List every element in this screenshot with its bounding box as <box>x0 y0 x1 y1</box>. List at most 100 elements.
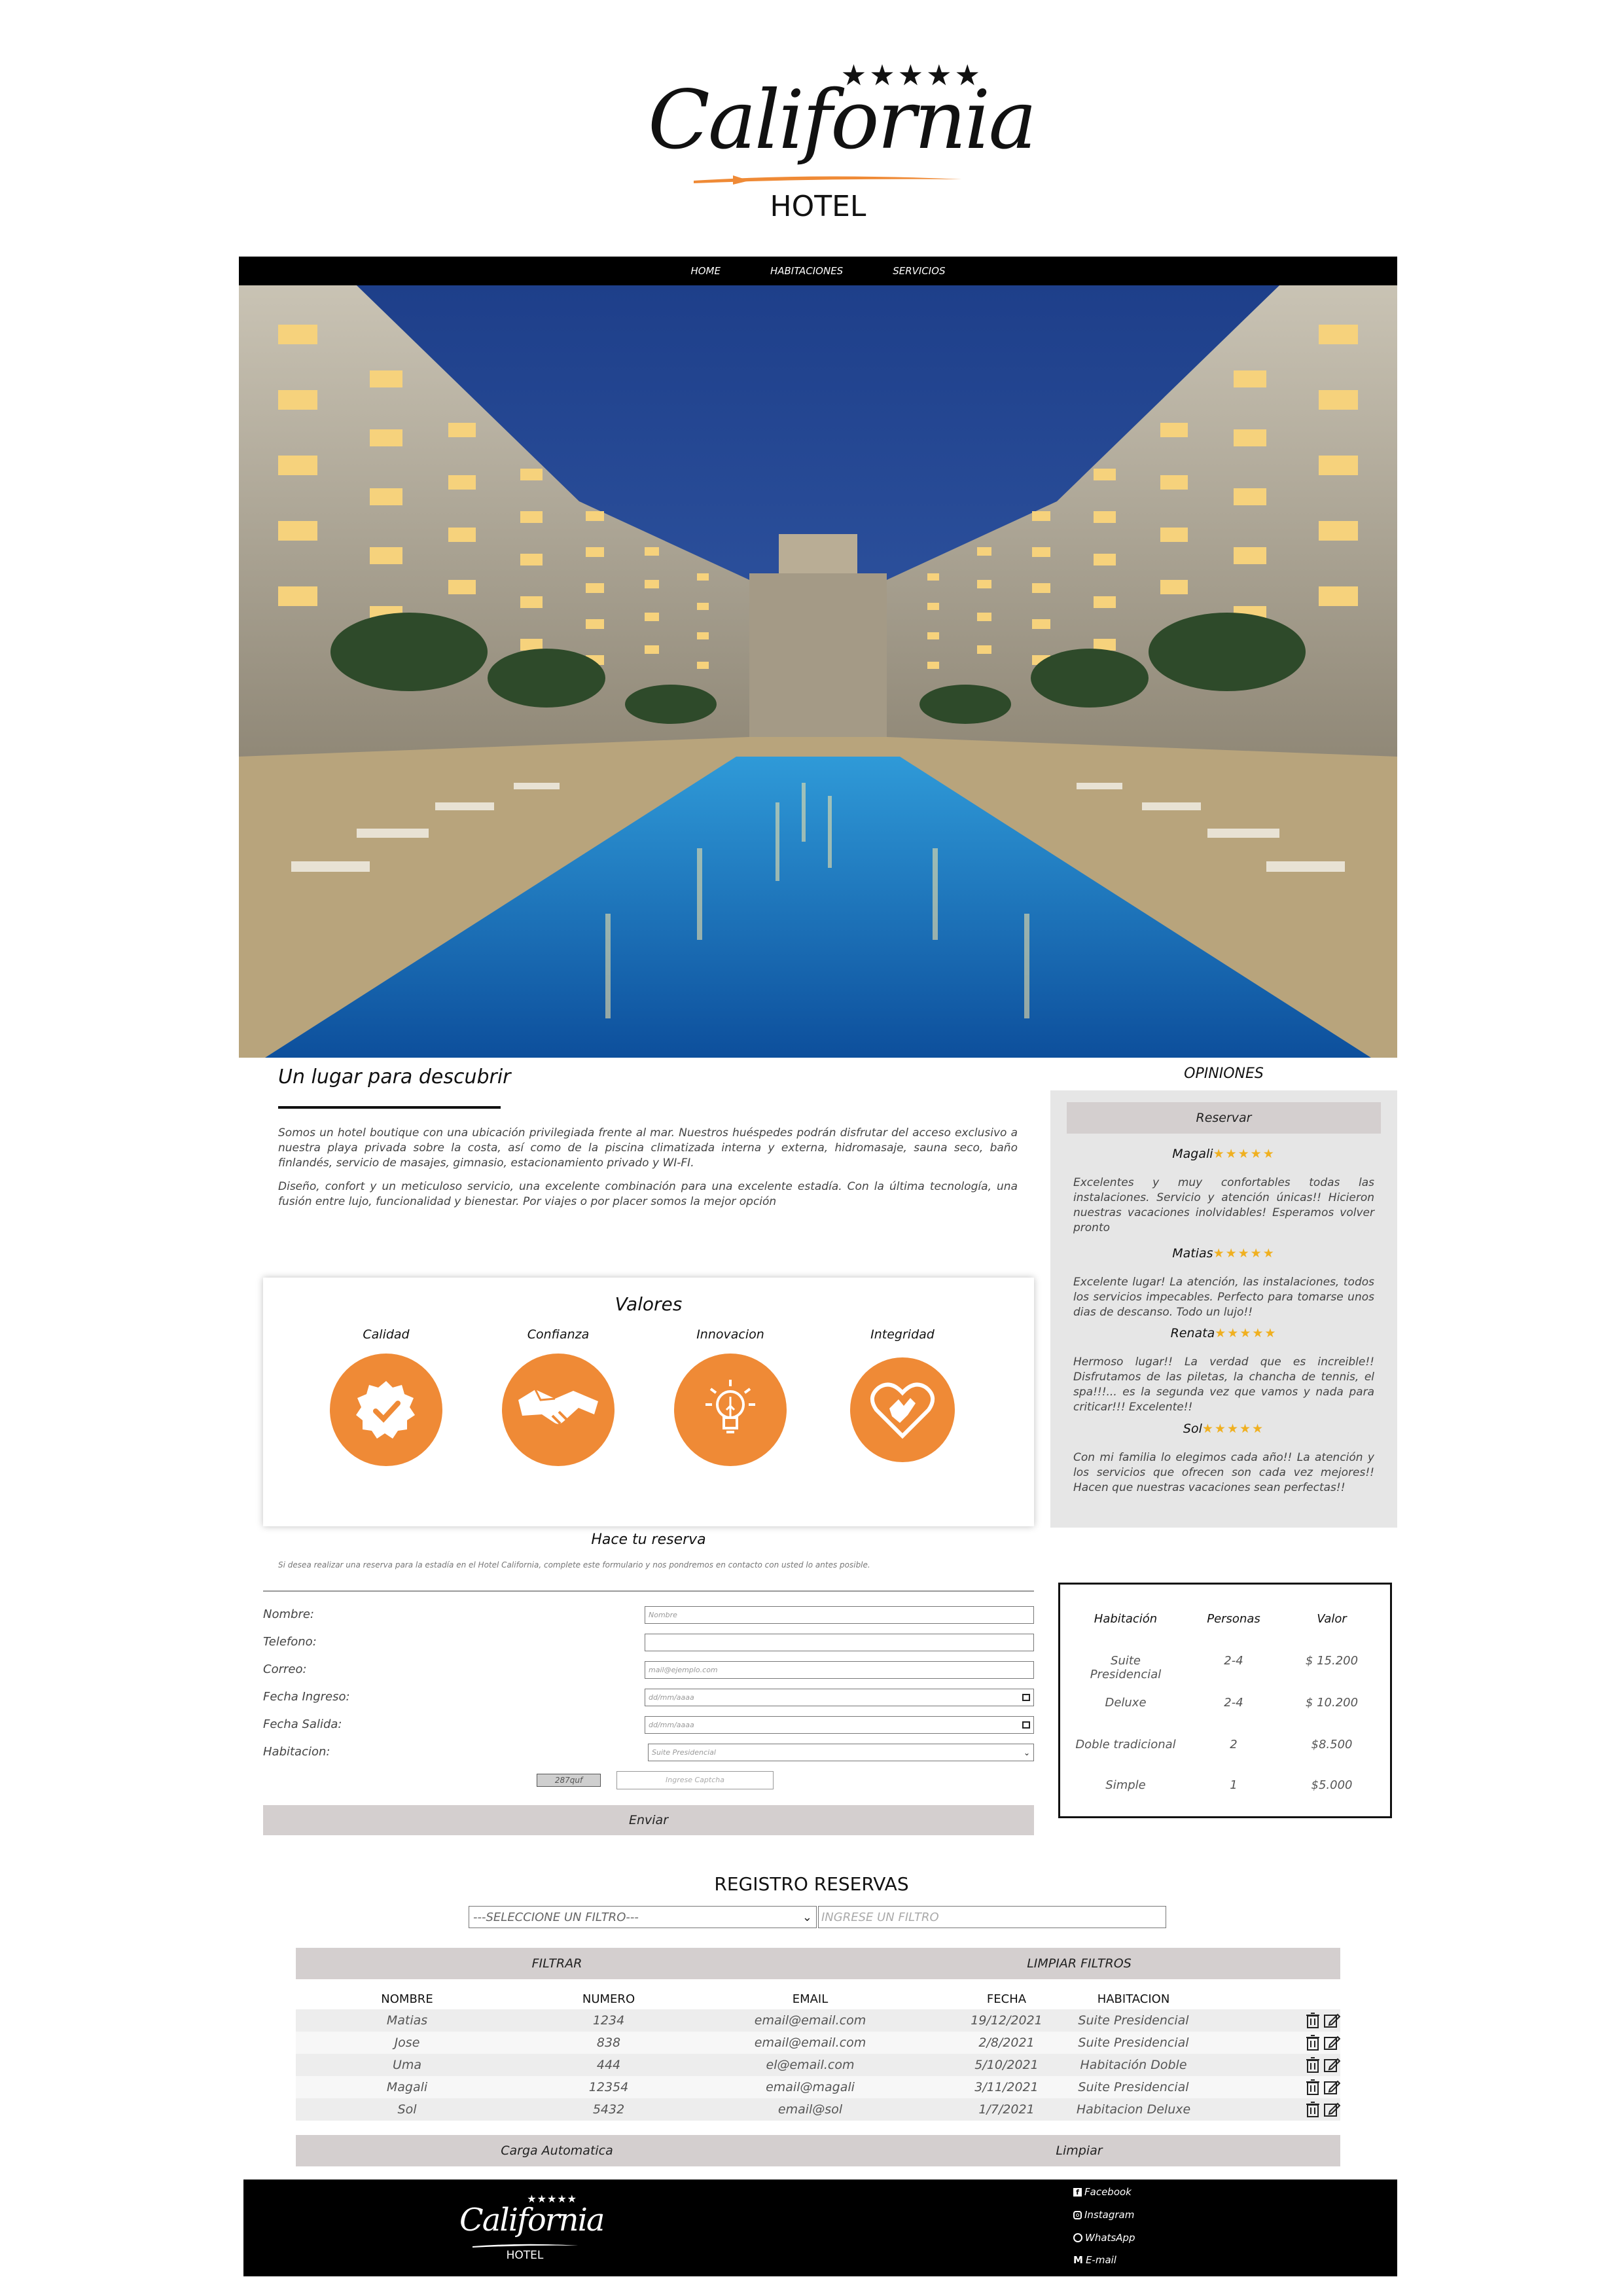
telefono-input[interactable] <box>645 1634 1034 1651</box>
cell-email: email@email.com <box>754 2013 866 2028</box>
instagram-icon <box>1073 2210 1082 2219</box>
label-nombre: Nombre: <box>263 1607 314 1621</box>
valores-title: Valores <box>615 1293 683 1315</box>
opiniones-panel: Reservar Magali★★★★★ Excelentes y muy co… <box>1050 1090 1397 1528</box>
nombre-input[interactable]: Nombre <box>645 1606 1034 1624</box>
label-fecha-salida: Fecha Salida: <box>263 1717 342 1731</box>
table-row: Jose 838 email@email.com 2/8/2021 Suite … <box>296 2032 1340 2054</box>
edit-icon[interactable] <box>1323 2034 1340 2051</box>
rating-stars: ★★★★★ <box>1213 1147 1275 1161</box>
valor-label: Confianza <box>527 1327 590 1342</box>
review-name: Matias★★★★★ <box>1172 1246 1275 1261</box>
filter-bar: FILTRAR LIMPIAR FILTROS <box>296 1948 1340 1979</box>
correo-input[interactable]: mail@ejemplo.com <box>645 1661 1034 1679</box>
fecha-salida-input[interactable]: dd/mm/aaaa <box>645 1716 1034 1734</box>
enviar-button[interactable]: Enviar <box>263 1805 1034 1835</box>
footer-link-label: Facebook <box>1084 2186 1132 2198</box>
logo-swoosh <box>694 175 962 185</box>
cell-nombre: Sol <box>397 2102 417 2117</box>
row-actions <box>1305 2012 1340 2029</box>
rating-stars: ★★★★★ <box>1213 1246 1275 1261</box>
table-row: Magali 12354 email@magali 3/11/2021 Suit… <box>296 2076 1340 2098</box>
review-name: Sol★★★★★ <box>1183 1422 1265 1436</box>
habitacion-select[interactable]: Suite Presidencial ⌄ <box>648 1744 1034 1761</box>
price-value: $ 10.200 <box>1305 1696 1359 1710</box>
price-room: Simple <box>1105 1778 1146 1792</box>
calendar-icon[interactable] <box>1022 1721 1030 1729</box>
edit-icon[interactable] <box>1323 2079 1340 2096</box>
footer-link-email[interactable]: M E-mail <box>1073 2254 1116 2266</box>
valor-calidad: Calidad <box>321 1327 452 1466</box>
label-habitacion: Habitacion: <box>263 1745 330 1759</box>
input-placeholder: INGRESE UN FILTRO <box>821 1910 939 1924</box>
nav-habitaciones[interactable]: HABITACIONES <box>770 265 843 277</box>
input-placeholder: mail@ejemplo.com <box>649 1666 718 1674</box>
select-value: ---SELECCIONE UN FILTRO--- <box>473 1910 639 1924</box>
calendar-icon[interactable] <box>1022 1694 1030 1701</box>
limpiar-button[interactable]: Limpiar <box>818 2135 1340 2166</box>
cell-habitacion: Habitación Doble <box>1080 2058 1187 2072</box>
edit-icon[interactable] <box>1323 2012 1340 2029</box>
review-text: Hermoso lugar!! La verdad que es increib… <box>1073 1355 1374 1414</box>
price-persons: 2 <box>1230 1738 1238 1751</box>
trash-icon[interactable] <box>1305 2101 1321 2118</box>
fecha-ingreso-input[interactable]: dd/mm/aaaa <box>645 1689 1034 1706</box>
footer-link-instagram[interactable]: Instagram <box>1073 2209 1134 2221</box>
valor-confianza: Confianza <box>493 1327 624 1466</box>
intro-title: Un lugar para descubrir <box>278 1066 511 1088</box>
review-name: Magali★★★★★ <box>1172 1147 1275 1161</box>
review-text: Excelente lugar! La atención, las instal… <box>1073 1276 1374 1319</box>
nav-home[interactable]: HOME <box>690 265 721 277</box>
edit-icon[interactable] <box>1323 2056 1340 2073</box>
label-fecha-ingreso: Fecha Ingreso: <box>263 1690 350 1704</box>
price-room: Deluxe <box>1105 1696 1147 1710</box>
select-value: Suite Presidencial <box>652 1748 716 1757</box>
opiniones-title: OPINIONES <box>1184 1066 1264 1082</box>
col-numero: NUMERO <box>582 1992 635 2006</box>
table-row: Sol 5432 email@sol 1/7/2021 Habitacion D… <box>296 2098 1340 2121</box>
row-actions <box>1305 2034 1340 2051</box>
filter-select[interactable]: ---SELECCIONE UN FILTRO--- ⌄ <box>469 1906 817 1928</box>
intro-underline <box>278 1106 501 1109</box>
valor-label: Calidad <box>363 1327 410 1342</box>
row-actions <box>1305 2056 1340 2073</box>
price-header: Valor <box>1317 1612 1347 1626</box>
footer-logo: ★★★★★ California HOTEL <box>459 2189 605 2267</box>
facebook-icon: f <box>1073 2187 1082 2197</box>
trash-icon[interactable] <box>1305 2056 1321 2073</box>
rating-stars: ★★★★★ <box>1202 1422 1265 1436</box>
cell-nombre: Matias <box>386 2013 428 2028</box>
price-value: $8.500 <box>1311 1738 1353 1751</box>
filter-input[interactable]: INGRESE UN FILTRO <box>818 1906 1166 1928</box>
captcha-input[interactable]: Ingrese Captcha <box>616 1771 774 1789</box>
price-value: $ 15.200 <box>1305 1654 1359 1668</box>
trash-icon[interactable] <box>1305 2034 1321 2051</box>
footer-link-facebook[interactable]: f Facebook <box>1073 2186 1132 2198</box>
price-header: Habitación <box>1094 1612 1158 1626</box>
limpiar-filtros-button[interactable]: LIMPIAR FILTROS <box>818 1948 1340 1979</box>
review-text: Con mi familia lo elegimos cada año!! La… <box>1073 1451 1374 1494</box>
trash-icon[interactable] <box>1305 2079 1321 2096</box>
footer-link-whatsapp[interactable]: WhatsApp <box>1073 2232 1135 2244</box>
carga-automatica-button[interactable]: Carga Automatica <box>296 2135 818 2166</box>
edit-icon[interactable] <box>1323 2101 1340 2118</box>
filtrar-button[interactable]: FILTRAR <box>296 1948 818 1979</box>
cell-numero: 838 <box>596 2036 621 2050</box>
footer-link-label: Instagram <box>1084 2209 1135 2221</box>
label-correo: Correo: <box>263 1662 307 1676</box>
footer-link-label: WhatsApp <box>1085 2232 1135 2244</box>
registro-title: REGISTRO RESERVAS <box>714 1873 909 1895</box>
price-persons: 2-4 <box>1224 1696 1243 1710</box>
label-telefono: Telefono: <box>263 1635 317 1649</box>
price-header: Personas <box>1207 1612 1260 1626</box>
trash-icon[interactable] <box>1305 2012 1321 2029</box>
intro-paragraph-2: Diseño, confort y un meticuloso servicio… <box>278 1180 1018 1208</box>
nav-servicios[interactable]: SERVICIOS <box>893 265 945 277</box>
cell-habitacion: Suite Presidencial <box>1078 2013 1189 2028</box>
input-placeholder: dd/mm/aaaa <box>649 1721 694 1729</box>
price-room: Doble tradicional <box>1075 1738 1176 1751</box>
bottom-bar: Carga Automatica Limpiar <box>296 2135 1340 2166</box>
cell-nombre: Magali <box>386 2080 428 2094</box>
price-persons: 1 <box>1230 1778 1238 1792</box>
reservar-button[interactable]: Reservar <box>1067 1102 1381 1134</box>
